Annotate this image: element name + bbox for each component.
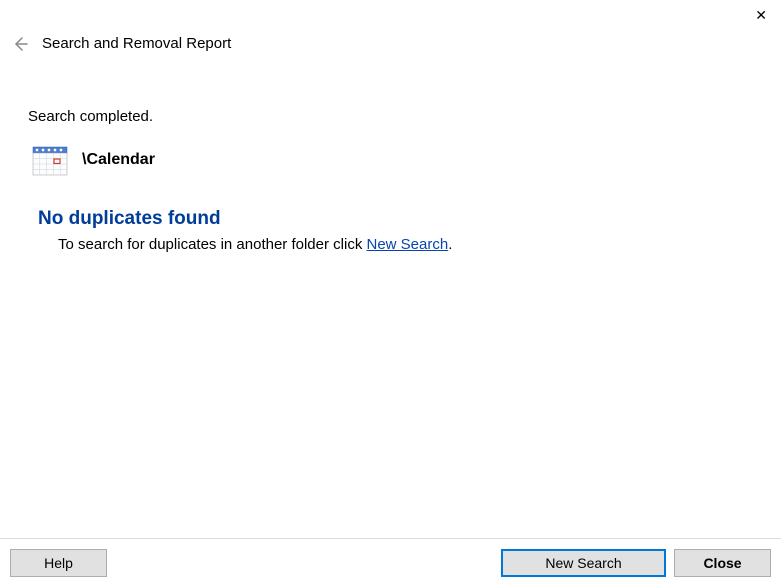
header: Search and Removal Report [0, 0, 781, 60]
result-sub-suffix: . [448, 236, 452, 253]
folder-row: \Calendar [32, 143, 781, 176]
footer: Help New Search Close [0, 538, 781, 587]
page-title: Search and Removal Report [42, 35, 231, 52]
new-search-button[interactable]: New Search [501, 549, 666, 577]
content-area: Search completed. \Calendar No duplicate… [0, 60, 781, 253]
back-arrow-icon[interactable] [12, 36, 28, 52]
status-text: Search completed. [28, 108, 781, 125]
new-search-link[interactable]: New Search [367, 236, 449, 253]
close-icon[interactable]: ✕ [755, 8, 767, 22]
result-heading: No duplicates found [38, 208, 781, 230]
footer-spacer [115, 549, 493, 577]
calendar-icon [32, 143, 68, 176]
result-sub-prefix: To search for duplicates in another fold… [58, 236, 367, 253]
help-button[interactable]: Help [10, 549, 107, 577]
close-button[interactable]: Close [674, 549, 771, 577]
result-subtext: To search for duplicates in another fold… [58, 236, 781, 253]
folder-path: \Calendar [82, 151, 155, 169]
